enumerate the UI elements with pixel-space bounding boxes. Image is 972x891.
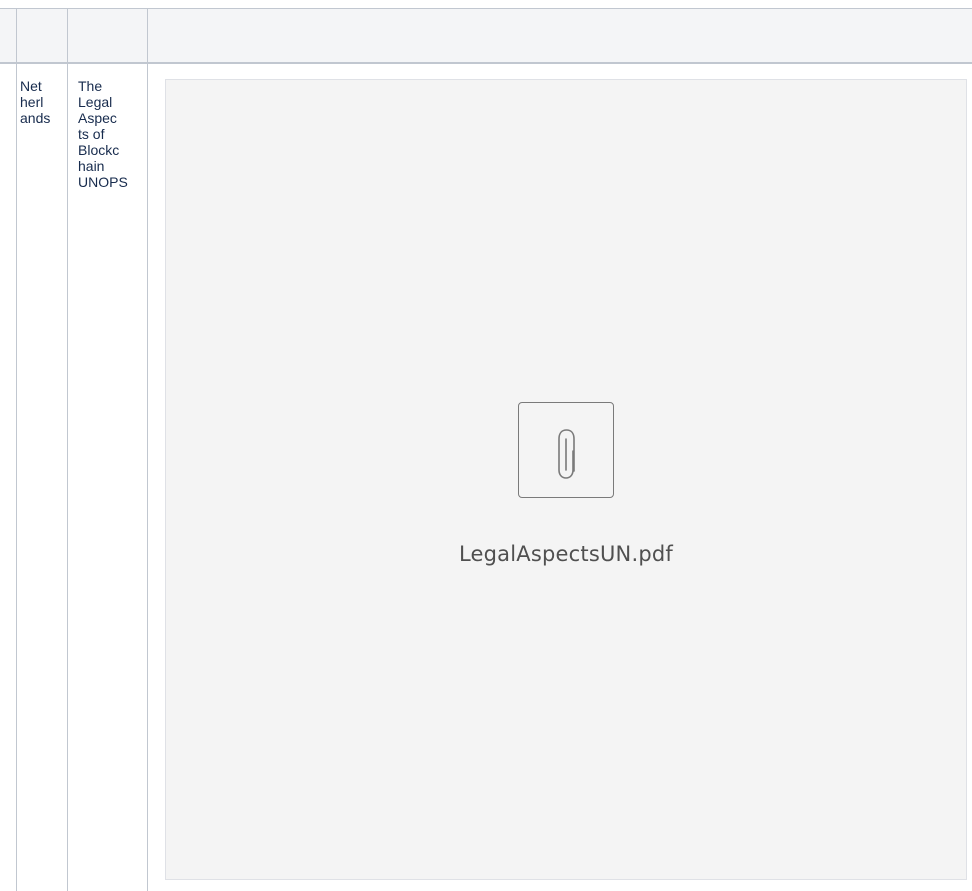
data-table: Net herl ands The Legal Aspec ts of Bloc… bbox=[0, 0, 972, 891]
table-column-divider bbox=[147, 8, 148, 891]
country-cell: Net herl ands bbox=[20, 78, 51, 126]
attachment-file-name[interactable]: LegalAspectsUN.pdf bbox=[166, 542, 966, 566]
table-column-divider bbox=[16, 8, 17, 891]
paperclip-icon bbox=[518, 402, 614, 498]
attachment-preview[interactable]: LegalAspectsUN.pdf bbox=[165, 79, 967, 880]
table-header-row bbox=[0, 8, 972, 62]
table-column-divider bbox=[67, 8, 68, 891]
table-border-top bbox=[0, 8, 972, 9]
document-title-cell: The Legal Aspec ts of Blockc hain UNOPS bbox=[78, 78, 128, 190]
table-header-divider bbox=[0, 62, 972, 64]
